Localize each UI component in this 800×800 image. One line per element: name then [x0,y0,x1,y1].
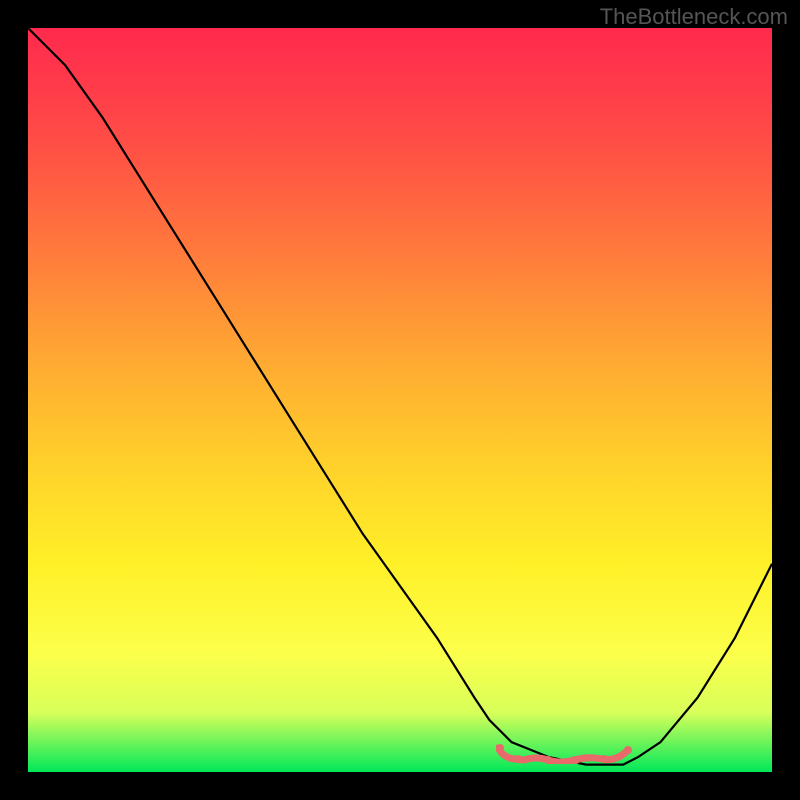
optimal-range-highlight [496,744,634,764]
plot-area [28,28,772,772]
watermark-text: TheBottleneck.com [600,4,788,30]
bottleneck-curve [28,28,772,772]
